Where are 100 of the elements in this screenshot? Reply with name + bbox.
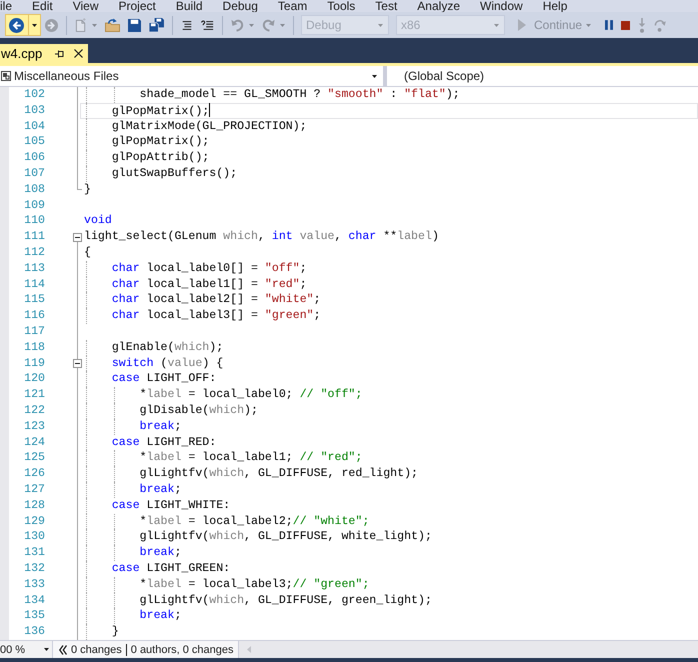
code-line: case LIGHT_GREEN: xyxy=(112,562,230,575)
forward-icon xyxy=(45,18,58,32)
code-line: switch (value) { xyxy=(112,356,224,370)
minus-box-icon[interactable] xyxy=(73,232,82,242)
floppy-disks-icon xyxy=(149,18,164,32)
code-line: glMatrixMode(GL_PROJECTION); xyxy=(112,120,307,133)
text-cursor xyxy=(209,102,210,117)
menu-item[interactable]: Window xyxy=(470,0,533,12)
code-line: break; xyxy=(140,546,182,560)
menu-item[interactable]: Team xyxy=(268,0,318,12)
document-icon xyxy=(75,18,87,32)
redo-icon xyxy=(262,18,275,32)
menu-item[interactable]: View xyxy=(62,0,108,12)
play-icon xyxy=(518,19,526,31)
code-line: case LIGHT_OFF: xyxy=(112,372,216,386)
caret-icon xyxy=(280,24,285,26)
line-number: 107 xyxy=(23,166,45,182)
code-line: *label = local_label2;// "white"; xyxy=(140,514,370,528)
menu-item[interactable]: Build xyxy=(166,0,213,12)
code-line: break; xyxy=(140,482,182,496)
line-number: 134 xyxy=(23,592,45,608)
line-number: 129 xyxy=(23,514,45,530)
line-number: 105 xyxy=(23,134,45,150)
code-line: glutSwapBuffers(); xyxy=(112,166,238,180)
caret-icon xyxy=(32,24,37,26)
code-line: char local_label1[] = "red"; xyxy=(112,278,307,291)
line-number: 102 xyxy=(23,87,45,103)
line-number: 109 xyxy=(23,198,45,214)
code-line: *label = local_label1; // "red"; xyxy=(140,451,362,464)
line-number: 111 xyxy=(23,229,45,245)
code-line: } xyxy=(112,625,119,638)
menu-item[interactable]: Tools xyxy=(317,0,366,12)
line-number: 108 xyxy=(23,182,45,198)
caret-icon xyxy=(378,24,383,26)
editor-tab[interactable]: w4.cpp xyxy=(0,44,88,63)
down-arrow-dot-icon xyxy=(638,18,646,32)
line-number: 122 xyxy=(23,402,45,419)
code-line: light_select(GLenum which, int value, char **label) xyxy=(84,230,439,244)
line-number: 133 xyxy=(23,576,45,592)
zoom-dropdown[interactable]: 00 % xyxy=(0,641,53,658)
authors-link[interactable]: 0 authors, 0 changes xyxy=(130,644,234,656)
back-button[interactable] xyxy=(5,14,41,36)
double-chevron-icon xyxy=(59,644,67,654)
menu-item[interactable]: Edit xyxy=(22,0,63,12)
line-number: 103 xyxy=(23,102,45,119)
code-line: glPopAttrib(); xyxy=(112,151,210,164)
code-line: glEnable(which); xyxy=(112,340,224,354)
code-line: *label = local_label3;// "green"; xyxy=(140,578,370,591)
pin-icon[interactable] xyxy=(55,50,64,58)
code-line: glLightfv(which, GL_DIFFUSE, white_light); xyxy=(140,530,432,544)
line-number: 132 xyxy=(23,560,45,577)
code-line: char local_label3[] = "green"; xyxy=(112,309,321,322)
line-number: 127 xyxy=(23,482,45,498)
code-line: } xyxy=(84,182,91,196)
back-icon xyxy=(9,18,24,32)
code-line: char local_label0[] = "off"; xyxy=(112,262,307,275)
code-line: glPopMatrix(); xyxy=(112,104,210,118)
code-line: glPopMatrix(); xyxy=(112,135,210,148)
changes-link[interactable]: 0 changes xyxy=(71,644,122,656)
line-number: 113 xyxy=(23,260,45,277)
line-number: 104 xyxy=(23,118,45,134)
pause-icon xyxy=(605,20,614,30)
close-icon[interactable] xyxy=(74,49,84,58)
line-number: 125 xyxy=(23,450,45,466)
line-number: 117 xyxy=(23,324,45,340)
code-line: glDisable(which); xyxy=(140,404,258,417)
code-line: { xyxy=(84,246,91,259)
curved-arrow-dot-icon xyxy=(654,18,666,32)
scope-dropdown[interactable]: (Global Scope) xyxy=(387,66,698,86)
line-number: 130 xyxy=(23,529,45,546)
line-number: 115 xyxy=(23,292,45,308)
caret-icon xyxy=(494,24,499,26)
line-number: 120 xyxy=(23,371,45,388)
stop-icon xyxy=(621,20,630,30)
menu-item[interactable]: Test xyxy=(365,0,408,12)
line-number: 118 xyxy=(23,340,45,356)
line-number: 121 xyxy=(23,387,45,403)
code-line: *label = local_label0; // "off"; xyxy=(140,388,362,402)
code-line: void xyxy=(84,214,112,228)
line-number: 136 xyxy=(23,624,45,640)
code-line: break; xyxy=(140,420,182,433)
minus-box-icon[interactable] xyxy=(73,358,82,368)
code-line: glLightfv(which, GL_DIFFUSE, green_light); xyxy=(140,594,432,606)
menu-item[interactable]: ile xyxy=(0,0,22,12)
line-number: 135 xyxy=(23,608,45,624)
line-number: 128 xyxy=(23,498,45,514)
line-number: 112 xyxy=(23,244,45,261)
marked-lines-icon xyxy=(201,20,214,30)
code-line: glLightfv(which, GL_DIFFUSE, red_light); xyxy=(140,467,418,480)
caret-icon xyxy=(249,24,254,26)
code-line: char local_label2[] = "white"; xyxy=(112,293,321,306)
line-number: 123 xyxy=(23,418,45,435)
line-number: 106 xyxy=(23,150,45,166)
code-line: case LIGHT_RED: xyxy=(112,436,216,449)
caret-icon xyxy=(586,24,592,26)
project-dropdown[interactable]: Miscellaneous Files xyxy=(0,66,383,86)
caret-icon xyxy=(44,648,49,651)
caret-icon xyxy=(92,24,97,26)
text-lines-icon xyxy=(181,20,193,30)
line-number: 116 xyxy=(23,308,45,324)
